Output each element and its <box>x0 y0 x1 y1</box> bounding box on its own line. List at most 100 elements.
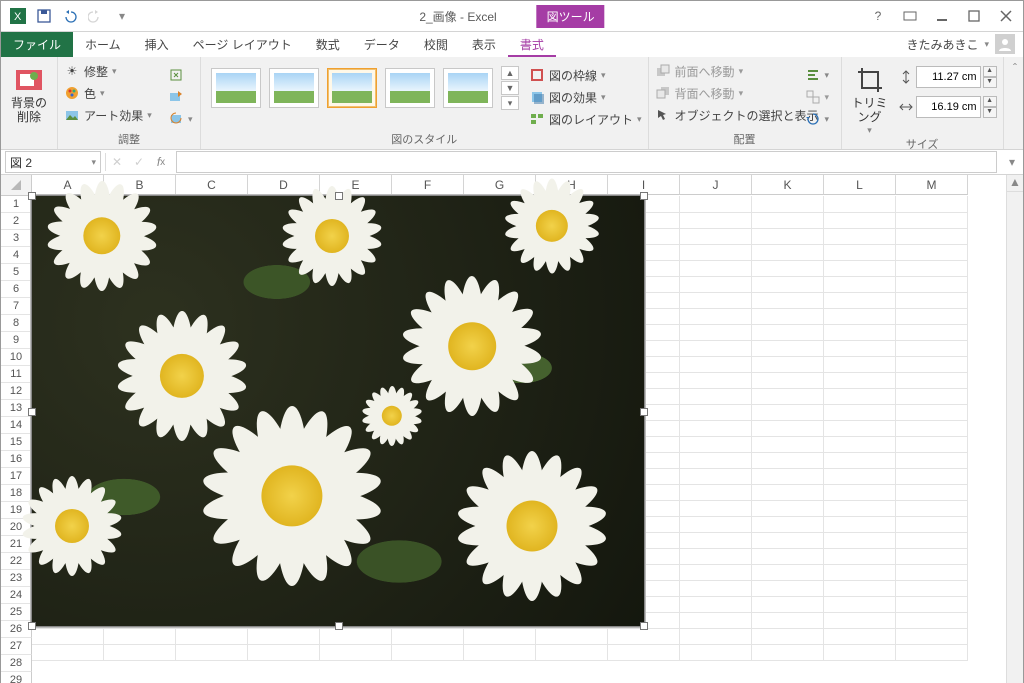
embedded-picture[interactable] <box>31 195 645 627</box>
cell[interactable] <box>320 628 392 645</box>
cell[interactable] <box>896 324 968 341</box>
cell[interactable] <box>248 628 320 645</box>
picture-layout-button[interactable]: 図のレイアウト▾ <box>529 108 642 130</box>
cell[interactable] <box>824 388 896 405</box>
cell[interactable] <box>896 516 968 533</box>
cell[interactable] <box>896 468 968 485</box>
cell[interactable] <box>824 564 896 581</box>
height-input[interactable] <box>916 66 981 88</box>
rotate-button[interactable]: ▾ <box>805 108 830 130</box>
minimize-icon[interactable] <box>929 4 955 28</box>
tab-home[interactable]: ホーム <box>73 32 133 57</box>
cell[interactable] <box>896 484 968 501</box>
cell[interactable] <box>896 260 968 277</box>
cell[interactable] <box>896 564 968 581</box>
close-icon[interactable] <box>993 4 1019 28</box>
cell[interactable] <box>824 372 896 389</box>
redo-icon[interactable] <box>85 5 107 27</box>
cell[interactable] <box>680 564 752 581</box>
cell[interactable] <box>824 212 896 229</box>
row-header[interactable]: 12 <box>1 383 32 400</box>
height-field[interactable]: ▲▼ <box>898 66 997 88</box>
cell[interactable] <box>752 388 824 405</box>
cell[interactable] <box>824 292 896 309</box>
cell[interactable] <box>680 356 752 373</box>
col-header-M[interactable]: M <box>896 175 968 195</box>
width-input[interactable] <box>916 96 981 118</box>
cell[interactable] <box>896 436 968 453</box>
cell[interactable] <box>824 420 896 437</box>
cell[interactable] <box>752 372 824 389</box>
cell[interactable] <box>176 628 248 645</box>
crop-button[interactable]: トリミング ▾ <box>848 60 892 136</box>
row-header[interactable]: 16 <box>1 451 32 468</box>
cell[interactable] <box>752 644 824 661</box>
cell[interactable] <box>896 548 968 565</box>
height-spinner[interactable]: ▲▼ <box>983 66 997 88</box>
row-header[interactable]: 6 <box>1 281 32 298</box>
col-header-F[interactable]: F <box>392 175 464 195</box>
row-header[interactable]: 29 <box>1 672 32 683</box>
cell[interactable] <box>680 532 752 549</box>
cell[interactable] <box>752 564 824 581</box>
cell[interactable] <box>680 324 752 341</box>
cell[interactable] <box>32 628 104 645</box>
cell[interactable] <box>896 532 968 549</box>
cell[interactable] <box>680 548 752 565</box>
cell[interactable] <box>608 644 680 661</box>
cell[interactable] <box>824 196 896 213</box>
cell[interactable] <box>752 324 824 341</box>
gallery-more-icon[interactable]: ▾ <box>501 96 519 110</box>
row-header[interactable]: 5 <box>1 264 32 281</box>
cell[interactable] <box>680 276 752 293</box>
cell[interactable] <box>320 644 392 661</box>
picture-styles-gallery[interactable]: ▲ ▼ ▾ <box>207 60 523 110</box>
cell[interactable] <box>104 644 176 661</box>
cell[interactable] <box>680 340 752 357</box>
cell[interactable] <box>896 500 968 517</box>
enter-formula-icon[interactable]: ✓ <box>128 151 150 173</box>
width-field[interactable]: ▲▼ <box>898 96 997 118</box>
row-header[interactable]: 17 <box>1 468 32 485</box>
tab-insert[interactable]: 挿入 <box>133 32 181 57</box>
resize-handle-w[interactable] <box>28 408 36 416</box>
cell[interactable] <box>680 228 752 245</box>
row-header[interactable]: 24 <box>1 587 32 604</box>
excel-icon[interactable]: X <box>7 5 29 27</box>
cell[interactable] <box>176 644 248 661</box>
cell[interactable] <box>824 516 896 533</box>
row-header[interactable]: 7 <box>1 298 32 315</box>
cell[interactable] <box>464 628 536 645</box>
cell[interactable] <box>680 468 752 485</box>
col-header-J[interactable]: J <box>680 175 752 195</box>
tab-formulas[interactable]: 数式 <box>304 32 352 57</box>
cell[interactable] <box>824 500 896 517</box>
cell[interactable] <box>896 596 968 613</box>
row-header[interactable]: 10 <box>1 349 32 366</box>
row-header[interactable]: 11 <box>1 366 32 383</box>
cell[interactable] <box>752 612 824 629</box>
cell[interactable] <box>824 596 896 613</box>
style-thumb-5[interactable] <box>443 68 493 108</box>
style-thumb-1[interactable] <box>211 68 261 108</box>
cell[interactable] <box>824 548 896 565</box>
cell[interactable] <box>680 484 752 501</box>
cell[interactable] <box>824 612 896 629</box>
cell[interactable] <box>680 436 752 453</box>
cell[interactable] <box>680 500 752 517</box>
collapse-ribbon-icon[interactable]: ˆ <box>1007 57 1023 149</box>
col-header-C[interactable]: C <box>176 175 248 195</box>
cell[interactable] <box>752 484 824 501</box>
cell[interactable] <box>896 244 968 261</box>
tab-format[interactable]: 書式 <box>508 32 556 57</box>
cell[interactable] <box>896 420 968 437</box>
cell[interactable] <box>680 260 752 277</box>
cell[interactable] <box>896 196 968 213</box>
col-header-L[interactable]: L <box>824 175 896 195</box>
tab-review[interactable]: 校閲 <box>412 32 460 57</box>
tab-pagelayout[interactable]: ページ レイアウト <box>181 32 304 57</box>
row-headers[interactable]: 1234567891011121314151617181920212223242… <box>1 196 32 683</box>
cell[interactable] <box>824 628 896 645</box>
row-header[interactable]: 9 <box>1 332 32 349</box>
cell[interactable] <box>680 388 752 405</box>
